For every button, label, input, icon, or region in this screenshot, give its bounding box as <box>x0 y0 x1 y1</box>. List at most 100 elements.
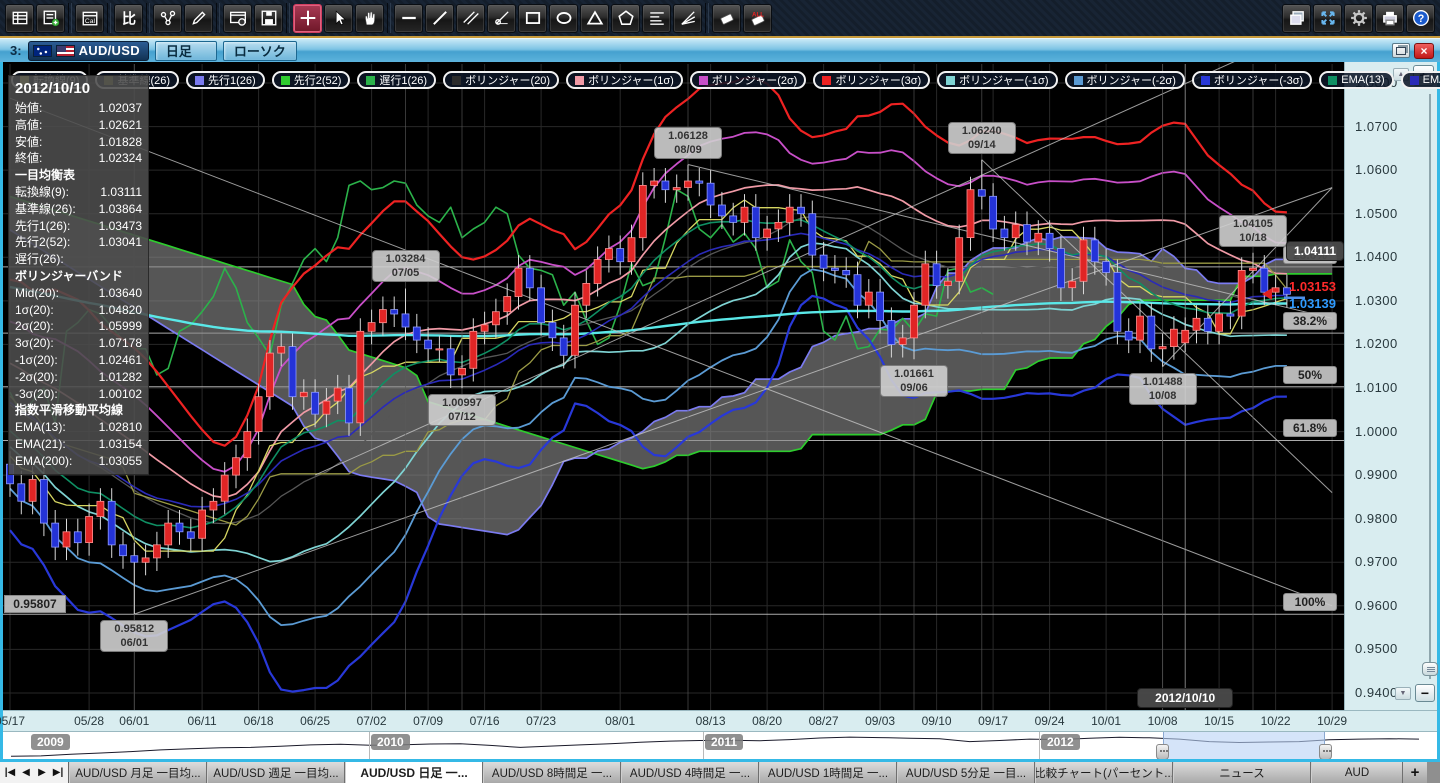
next-tab-button[interactable]: ▶ <box>35 767 49 778</box>
price-axis-label: 1.0600 <box>1355 162 1398 177</box>
calendar-icon: Cal <box>83 12 97 25</box>
history-navigator[interactable]: 2009201020112012 <box>3 731 1437 759</box>
calendar-tool-button[interactable]: Cal <box>75 4 104 33</box>
angle-line-tool-button[interactable] <box>487 4 516 33</box>
panel-row: Mid(20):1.03640 <box>15 285 142 302</box>
legend-item[interactable]: ボリンジャー(-1σ) <box>937 71 1057 89</box>
parallel-lines-tool-button[interactable] <box>456 4 485 33</box>
legend-color-swatch <box>452 76 461 85</box>
legend-item[interactable]: 先行1(26) <box>186 71 265 89</box>
polygon-tool-button[interactable] <box>611 4 640 33</box>
last-tab-button[interactable]: ▶| <box>51 767 65 778</box>
date-axis[interactable]: 05/1705/2806/0106/1106/1806/2507/0207/09… <box>3 710 1437 731</box>
legend-item[interactable]: ボリンジャー(20) <box>443 71 559 89</box>
polygon-icon <box>619 11 633 24</box>
zoom-out-button[interactable]: − <box>1415 684 1435 702</box>
print-icon <box>1383 12 1395 25</box>
chart-tab[interactable]: 比較チャート(パーセント... <box>1035 762 1173 783</box>
node-tool-tool-button[interactable] <box>153 4 182 33</box>
timeframe-selector[interactable]: 日足 <box>155 41 217 61</box>
print-tool-button[interactable] <box>1375 4 1404 33</box>
chart-tab[interactable]: AUD <box>1311 762 1403 783</box>
ellipse-icon <box>557 13 570 23</box>
legend-item[interactable]: EMA(13) <box>1319 71 1393 89</box>
main-toolbar: Cal 比 ALL? <box>0 0 1440 38</box>
data-list-tool-button[interactable] <box>5 4 34 33</box>
legend-label: ボリンジャー(2σ) <box>712 72 798 88</box>
triangle-tool-button[interactable] <box>580 4 609 33</box>
legend-item[interactable]: 遅行1(26) <box>357 71 436 89</box>
panel-row: 終値:1.02324 <box>15 150 142 167</box>
new-chart-tool-button[interactable] <box>36 4 65 33</box>
cursor-tool-button[interactable] <box>324 4 353 33</box>
chart-tab[interactable]: AUD/USD 週足 一目均... <box>207 762 345 783</box>
prev-tab-button[interactable]: ◀ <box>19 767 33 778</box>
legend-item[interactable]: 先行2(52) <box>272 71 351 89</box>
legend-label: EMA(21) <box>1423 74 1440 86</box>
chart-tab[interactable]: ニュース <box>1173 762 1311 783</box>
axis-scrollbar-handle[interactable] <box>1422 662 1438 676</box>
legend-item[interactable]: ボリンジャー(2σ) <box>690 71 807 89</box>
fan-lines-tool-button[interactable] <box>673 4 702 33</box>
new-chart-icon <box>44 11 59 26</box>
legend-item[interactable]: ボリンジャー(1σ) <box>566 71 683 89</box>
close-window-button[interactable]: × <box>1414 43 1434 59</box>
pencil-tool-button[interactable] <box>184 4 213 33</box>
chart-tab[interactable]: AUD/USD 1時間足 一... <box>759 762 897 783</box>
save-tool-button[interactable] <box>254 4 283 33</box>
trend-line-tool-button[interactable] <box>425 4 454 33</box>
chart-tab[interactable]: AUD/USD 4時間足 一... <box>621 762 759 783</box>
panel-section-header: 一目均衡表 <box>15 167 142 184</box>
chart-tab[interactable]: AUD/USD 5分足 一目... <box>897 762 1035 783</box>
date-axis-label: 08/01 <box>598 714 642 728</box>
ellipse-tool-button[interactable] <box>549 4 578 33</box>
legend-color-swatch <box>1328 76 1337 85</box>
chart-type-selector[interactable]: ローソク <box>223 41 297 61</box>
legend-item[interactable]: EMA(21) <box>1401 71 1440 89</box>
fullscreen-tool-button[interactable] <box>1313 4 1342 33</box>
window-settings-tool-button[interactable] <box>223 4 252 33</box>
legend-label: ボリンジャー(-3σ) <box>1214 72 1303 88</box>
panel-row: -1σ(20):1.02461 <box>15 352 142 369</box>
navigator-drag-handle[interactable] <box>1319 744 1332 760</box>
legend-label: ボリンジャー(-2σ) <box>1087 72 1176 88</box>
legend-item[interactable]: ボリンジャー(-3σ) <box>1192 71 1312 89</box>
navigator-drag-handle[interactable] <box>1156 744 1169 760</box>
scroll-down-button[interactable]: ▼ <box>1395 687 1411 700</box>
eraser-tool-button[interactable] <box>712 4 741 33</box>
settings-gear-tool-button[interactable] <box>1344 4 1373 33</box>
add-tab-button[interactable]: + <box>1403 762 1427 783</box>
candlestick-chart[interactable] <box>3 62 1344 710</box>
price-axis-label: 0.9800 <box>1355 511 1398 526</box>
eraser-all-tool-button[interactable]: ALL <box>743 4 772 33</box>
legend-item[interactable]: ボリンジャー(-2σ) <box>1065 71 1185 89</box>
save-icon <box>262 11 276 25</box>
pencil-icon <box>193 12 204 23</box>
legend-color-swatch <box>366 76 375 85</box>
year-label: 2010 <box>371 734 410 750</box>
axis-scrollbar-track[interactable] <box>1429 94 1431 679</box>
first-tab-button[interactable]: |◀ <box>3 767 17 778</box>
chart-tab[interactable]: AUD/USD 月足 一目均... <box>69 762 207 783</box>
windows-cascade-tool-button[interactable] <box>1282 4 1311 33</box>
crosshair-tool-button[interactable] <box>293 4 322 33</box>
panel-row: -3σ(20):1.00102 <box>15 386 142 403</box>
navigator-selection[interactable] <box>1163 732 1325 760</box>
currency-pair-box[interactable]: AUD/USD <box>28 41 149 61</box>
fibonacci-lines-tool-button[interactable] <box>642 4 671 33</box>
chart-tab[interactable]: AUD/USD 8時間足 一... <box>483 762 621 783</box>
panel-row: 1σ(20):1.04820 <box>15 302 142 319</box>
hand-tool-button[interactable] <box>355 4 384 33</box>
price-axis[interactable]: 1.08001.07001.06001.05001.04001.03001.02… <box>1344 62 1437 710</box>
year-divider <box>369 732 370 760</box>
legend-item[interactable]: ボリンジャー(3σ) <box>813 71 930 89</box>
restore-window-button[interactable] <box>1392 43 1410 58</box>
horizontal-line-tool-button[interactable] <box>394 4 423 33</box>
compare-tool-button[interactable]: 比 <box>114 4 143 33</box>
toolbar-separator <box>705 3 709 33</box>
panel-row: 高値:1.02621 <box>15 117 142 134</box>
price-axis-label: 0.9900 <box>1355 467 1398 482</box>
help-tool-button[interactable]: ? <box>1406 4 1435 33</box>
chart-tab[interactable]: AUD/USD 日足 一... <box>345 762 483 783</box>
rectangle-tool-button[interactable] <box>518 4 547 33</box>
